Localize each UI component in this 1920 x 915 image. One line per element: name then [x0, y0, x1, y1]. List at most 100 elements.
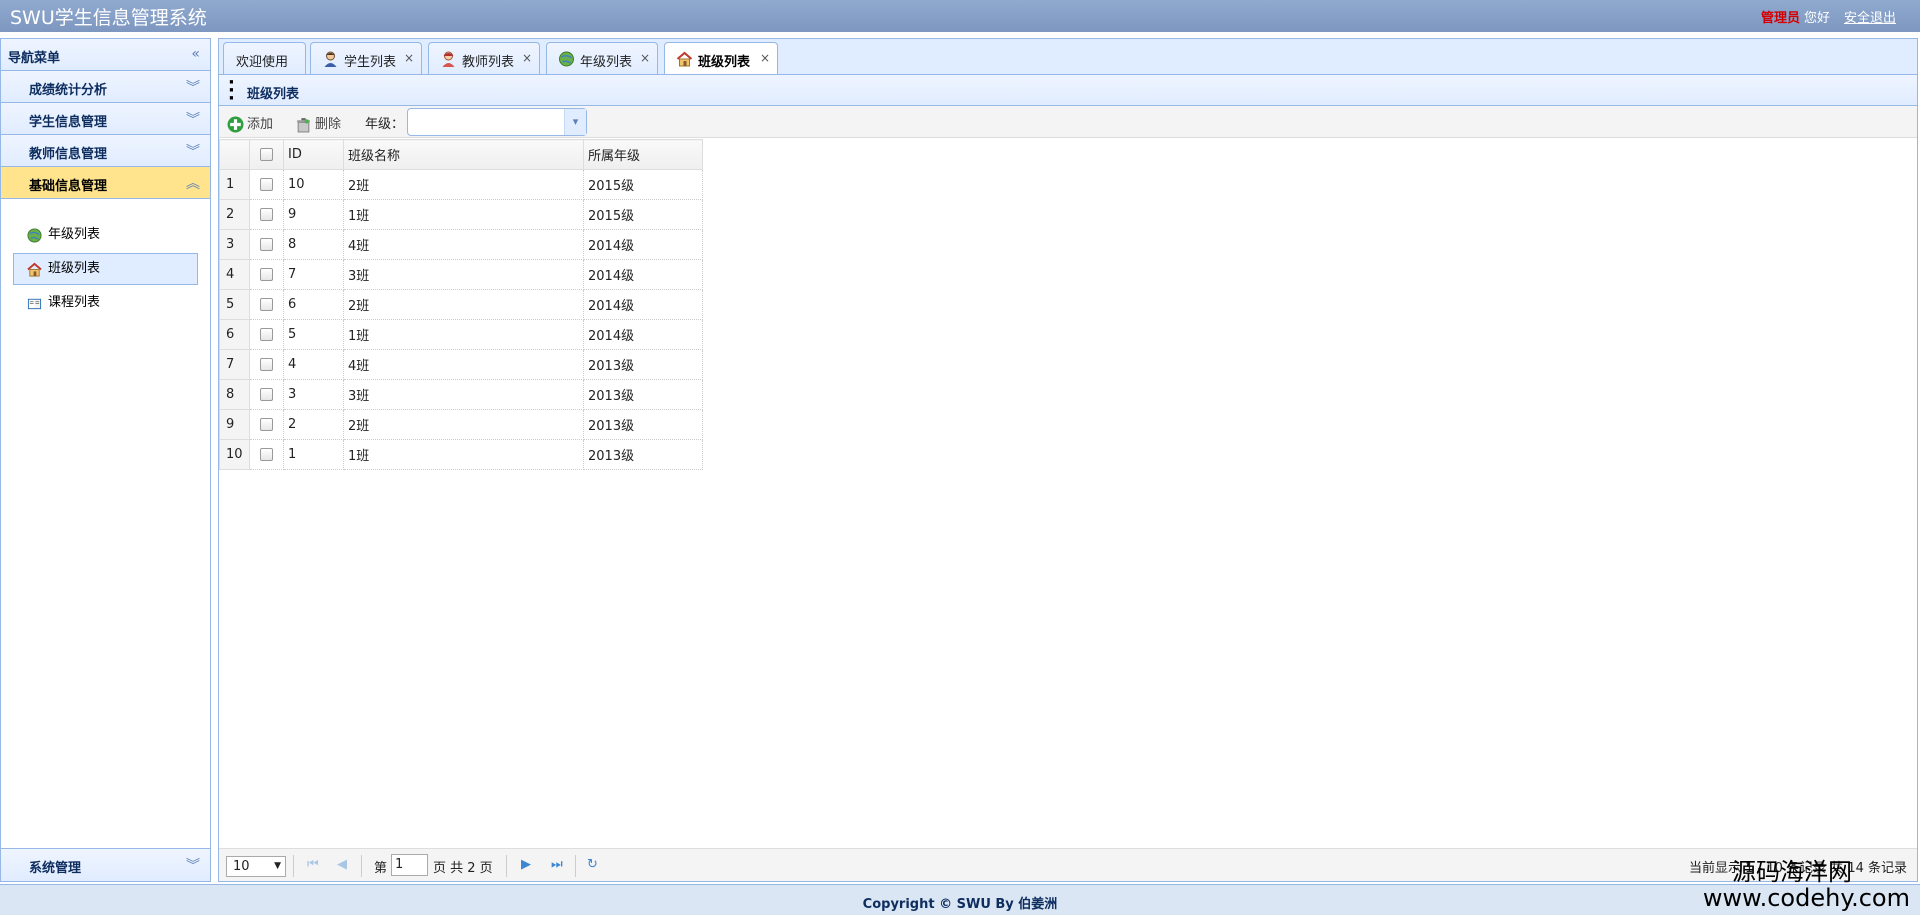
column-header-grade[interactable]: 所属年级: [583, 139, 703, 170]
row-number: 10: [219, 439, 250, 470]
chevron-down-icon[interactable]: ▾: [564, 109, 586, 135]
close-icon[interactable]: ×: [640, 51, 650, 65]
cell-class-name: 4班: [343, 229, 584, 260]
grade-select[interactable]: ▾: [407, 108, 587, 136]
row-checkbox[interactable]: [260, 448, 273, 461]
sidebar-header: 导航菜单 «: [1, 39, 210, 71]
row-number-header: [219, 139, 250, 170]
globe-icon: [27, 228, 42, 243]
select-all-checkbox[interactable]: [260, 148, 273, 161]
prev-page-icon[interactable]: ◀: [337, 857, 347, 872]
sidebar-item-class-list[interactable]: 班级列表: [13, 253, 198, 285]
row-checkbox-cell: [249, 319, 284, 350]
row-checkbox[interactable]: [260, 208, 273, 221]
table-row[interactable]: 4 7 3班 2014级: [219, 259, 703, 290]
sidebar-section-score-stats[interactable]: 成绩统计分析 ︾: [1, 71, 210, 103]
cell-grade: 2013级: [583, 379, 703, 410]
delete-button[interactable]: 删除: [295, 113, 341, 133]
row-checkbox[interactable]: [260, 358, 273, 371]
row-checkbox[interactable]: [260, 268, 273, 281]
globe-icon: [559, 51, 574, 67]
house-icon: [676, 51, 693, 67]
refresh-icon[interactable]: ↻: [587, 857, 598, 872]
app-header: SWU学生信息管理系统 管理员 您好 安全退出: [0, 0, 1920, 32]
row-checkbox-cell: [249, 409, 284, 440]
tab-bar: 欢迎使用 学生列表 × 教师列表 × 年级列表 × 班级列表 ×: [218, 38, 1918, 76]
table-row[interactable]: 6 5 1班 2014级: [219, 319, 703, 350]
delete-label: 删除: [315, 117, 342, 132]
trash-icon: [297, 118, 310, 133]
tab-student-list[interactable]: 学生列表 ×: [310, 42, 422, 75]
tab-grade-list[interactable]: 年级列表 ×: [546, 42, 658, 75]
row-checkbox[interactable]: [260, 178, 273, 191]
cell-grade: 2014级: [583, 229, 703, 260]
table-row[interactable]: 9 2 2班 2013级: [219, 409, 703, 440]
page-total: 页 共 2 页: [433, 861, 493, 876]
column-header-id[interactable]: ID: [283, 139, 344, 170]
sidebar-section-label: 基础信息管理: [29, 179, 108, 194]
row-checkbox[interactable]: [260, 298, 273, 311]
sidebar-section-teacher-info[interactable]: 教师信息管理 ︾: [1, 135, 210, 167]
tab-class-list[interactable]: 班级列表 ×: [664, 42, 778, 76]
chevron-down-icon: ︾: [186, 112, 200, 128]
add-button[interactable]: 添加: [227, 113, 273, 133]
sidebar-item-grade-list[interactable]: 年级列表: [13, 219, 198, 251]
tab-teacher-list[interactable]: 教师列表 ×: [428, 42, 540, 75]
table-row[interactable]: 5 6 2班 2014级: [219, 289, 703, 320]
user-role: 管理员: [1760, 11, 1800, 26]
table-row[interactable]: 8 3 3班 2013级: [219, 379, 703, 410]
toolbar: 添加 删除 年级： ▾: [219, 106, 1917, 138]
sidebar-section-system[interactable]: 系统管理 ︾: [1, 849, 210, 881]
page-size-select[interactable]: 10 ▼: [226, 856, 286, 877]
sidebar-bottom: 系统管理 ︾: [1, 848, 210, 881]
cell-class-name: 2班: [343, 409, 584, 440]
cell-grade: 2013级: [583, 409, 703, 440]
teacher-icon: [442, 51, 455, 67]
sidebar-item-label: 班级列表: [48, 261, 101, 276]
sidebar-section-basic-info[interactable]: 基础信息管理 ︽: [1, 167, 210, 199]
close-icon[interactable]: ×: [404, 51, 414, 65]
table-row[interactable]: 3 8 4班 2014级: [219, 229, 703, 260]
sidebar-section-student-info[interactable]: 学生信息管理 ︾: [1, 103, 210, 135]
cell-class-name: 3班: [343, 379, 584, 410]
tab-label: 班级列表: [698, 55, 751, 70]
row-checkbox[interactable]: [260, 418, 273, 431]
row-checkbox[interactable]: [260, 238, 273, 251]
page-number-input[interactable]: 1: [391, 854, 428, 876]
house-icon: [27, 262, 42, 277]
student-icon: [324, 51, 337, 67]
sidebar-section-label: 学生信息管理: [29, 115, 108, 130]
close-icon[interactable]: ×: [522, 51, 532, 65]
chevron-down-icon: ︾: [186, 80, 200, 96]
table-row[interactable]: 10 1 1班 2013级: [219, 439, 703, 470]
tab-welcome[interactable]: 欢迎使用: [223, 42, 306, 75]
first-page-icon[interactable]: ⏮: [307, 857, 319, 872]
page-prefix: 第: [374, 861, 388, 876]
sidebar-section-label: 教师信息管理: [29, 147, 108, 162]
next-page-icon[interactable]: ▶: [521, 857, 531, 872]
cell-class-name: 2班: [343, 169, 584, 200]
table-row[interactable]: 7 4 4班 2013级: [219, 349, 703, 380]
sidebar-item-course-list[interactable]: 课程列表: [13, 287, 198, 319]
last-page-icon[interactable]: ⏭: [551, 857, 563, 872]
cell-grade: 2013级: [583, 349, 703, 380]
table-row[interactable]: 1 10 2班 2015级: [219, 169, 703, 200]
dropdown-arrow-icon: ▼: [274, 861, 281, 871]
logout-link[interactable]: 安全退出: [1844, 11, 1896, 26]
menu-dots-icon: · · ·: [228, 72, 235, 109]
table-row[interactable]: 2 9 1班 2015级: [219, 199, 703, 230]
row-checkbox[interactable]: [260, 328, 273, 341]
user-area: 管理员 您好 安全退出: [1761, 7, 1896, 26]
chevron-down-icon: ︾: [186, 144, 200, 160]
content-panel: · · · 班级列表 添加 删除 年级： ▾ ID 班级名称 所属年级 1 10…: [218, 74, 1918, 882]
panel-header: · · · 班级列表: [219, 72, 1917, 109]
column-header-class-name[interactable]: 班级名称: [343, 139, 584, 170]
cell-grade: 2014级: [583, 259, 703, 290]
row-checkbox[interactable]: [260, 388, 273, 401]
greeting: 您好: [1803, 11, 1830, 26]
cell-class-name: 4班: [343, 349, 584, 380]
pagination-bar: 10 ▼ ⏮ ◀ 第 1 页 共 2 页 ▶ ⏭ ↻ 当前显示 1 - 10 条…: [219, 848, 1917, 881]
collapse-sidebar-icon[interactable]: «: [191, 46, 200, 62]
cell-id: 1: [283, 439, 344, 470]
close-icon[interactable]: ×: [760, 51, 770, 65]
